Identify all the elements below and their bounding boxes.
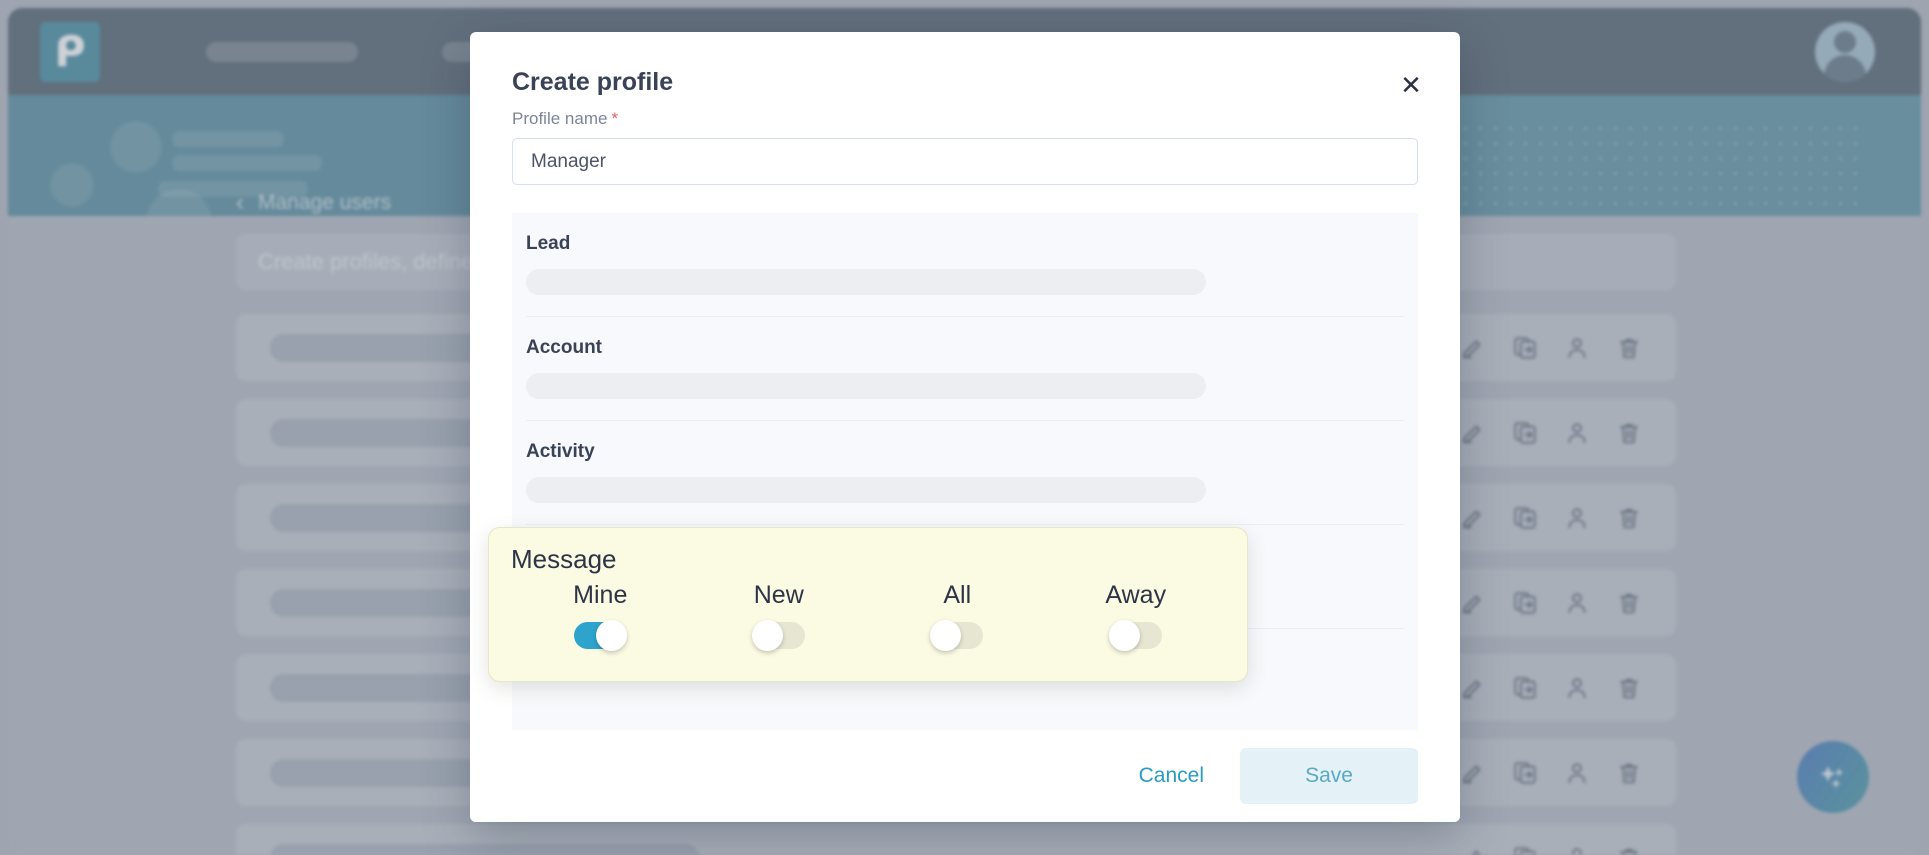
cancel-button[interactable]: Cancel bbox=[1111, 750, 1232, 802]
profile-section: Lead bbox=[512, 213, 1418, 317]
message-toggle-label: New bbox=[753, 581, 804, 609]
save-button[interactable]: Save bbox=[1240, 748, 1418, 804]
toggle-knob bbox=[751, 620, 783, 651]
toggle-switch-all[interactable] bbox=[930, 620, 984, 651]
message-settings-card: Message Mine New All Away bbox=[488, 527, 1248, 682]
create-profile-dialog: Create profile ✕ Profile name* Lead Accou… bbox=[470, 32, 1460, 822]
dialog-title: Create profile bbox=[512, 68, 674, 96]
message-toggle-column: New bbox=[690, 581, 869, 651]
profile-name-input[interactable] bbox=[512, 138, 1418, 185]
message-card-title: Message bbox=[511, 544, 617, 574]
section-content-placeholder bbox=[526, 477, 1206, 503]
toggle-knob bbox=[1108, 620, 1140, 651]
required-marker: * bbox=[611, 109, 619, 128]
section-content-placeholder bbox=[526, 269, 1206, 295]
profile-section: Account bbox=[512, 317, 1418, 421]
dialog-body: Profile name* LeadAccountActivityTags Me… bbox=[470, 109, 1460, 730]
profile-section: Activity bbox=[512, 421, 1418, 525]
message-toggle-column: Away bbox=[1047, 581, 1226, 651]
profile-name-label: Profile name * bbox=[512, 109, 1418, 129]
section-title: Lead bbox=[526, 233, 571, 254]
section-title: Activity bbox=[526, 441, 595, 462]
message-toggle-label: Mine bbox=[573, 581, 628, 609]
toggle-knob bbox=[596, 620, 628, 651]
message-toggle-column: Mine bbox=[511, 581, 690, 651]
message-toggle-row: Mine New All Away bbox=[511, 581, 1226, 651]
toggle-switch-away[interactable] bbox=[1108, 620, 1162, 651]
message-toggle-column: All bbox=[868, 581, 1047, 651]
toggle-knob bbox=[930, 620, 962, 651]
message-toggle-label: All bbox=[943, 581, 972, 609]
profile-name-label-text: Profile name bbox=[512, 109, 608, 128]
dialog-header: Create profile ✕ bbox=[470, 32, 1460, 109]
section-title: Account bbox=[526, 337, 602, 358]
message-toggle-label: Away bbox=[1105, 581, 1167, 609]
close-icon[interactable]: ✕ bbox=[1396, 70, 1426, 100]
toggle-switch-mine[interactable] bbox=[574, 620, 628, 651]
toggle-switch-new[interactable] bbox=[751, 620, 805, 651]
section-content-placeholder bbox=[526, 373, 1206, 399]
dialog-footer: Cancel Save bbox=[470, 730, 1460, 822]
